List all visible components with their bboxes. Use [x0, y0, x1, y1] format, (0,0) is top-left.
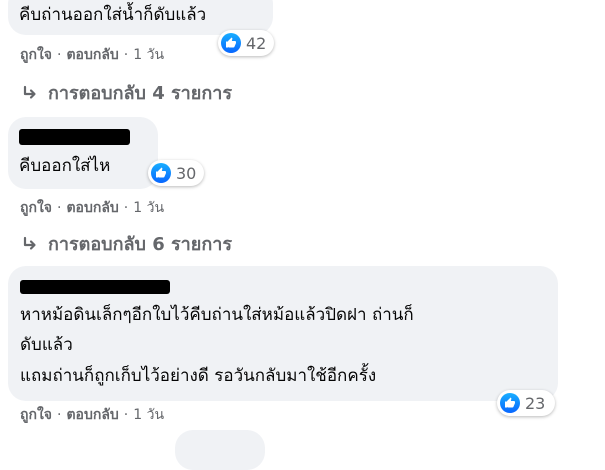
- comment-text: คีบออกใส่ไห: [19, 156, 111, 176]
- comment-actions: ถูกใจ · ตอบกลับ · 1 วัน: [20, 44, 164, 66]
- reaction-count: 42: [246, 33, 267, 53]
- comment-actions: ถูกใจ · ตอบกลับ · 1 วัน: [20, 404, 164, 426]
- like-button[interactable]: ถูกใจ: [20, 197, 52, 219]
- reply-arrow-icon: [23, 85, 36, 99]
- timestamp[interactable]: 1 วัน: [133, 404, 164, 426]
- view-replies-link[interactable]: การตอบกลับ 6 รายการ: [22, 229, 232, 258]
- reaction-summary[interactable]: 42: [218, 30, 274, 56]
- comment-bubble: หาหม้อดินเล็กๆอีกใบไว้คีบถ่านใส่หม้อแล้ว…: [8, 266, 558, 401]
- timestamp[interactable]: 1 วัน: [133, 44, 164, 66]
- timestamp[interactable]: 1 วัน: [133, 197, 164, 219]
- comment-text: คีบถ่านออกใส่น้ำก็ดับแล้ว: [19, 5, 207, 25]
- reply-arrow-icon: [23, 236, 36, 250]
- reaction-count: 30: [176, 163, 197, 183]
- separator: ·: [123, 47, 129, 63]
- separator: ·: [123, 200, 129, 216]
- reaction-count: 23: [525, 393, 546, 413]
- separator: ·: [57, 200, 62, 216]
- like-icon: [221, 33, 241, 53]
- author-name-redacted[interactable]: [20, 280, 170, 294]
- reply-button[interactable]: ตอบกลับ: [66, 44, 118, 66]
- comment-bubble: คีบออกใส่ไห: [8, 117, 158, 189]
- like-icon: [151, 163, 171, 183]
- view-replies-label: การตอบกลับ 4 รายการ: [48, 83, 233, 104]
- like-button[interactable]: ถูกใจ: [20, 44, 52, 66]
- comment-actions: ถูกใจ · ตอบกลับ · 1 วัน: [20, 197, 164, 219]
- like-icon: [500, 393, 520, 413]
- author-name-redacted[interactable]: [19, 129, 130, 145]
- view-replies-label: การตอบกลับ 6 รายการ: [48, 234, 233, 255]
- reply-button[interactable]: ตอบกลับ: [66, 404, 118, 426]
- reply-button[interactable]: ตอบกลับ: [66, 197, 118, 219]
- reaction-summary[interactable]: 23: [497, 390, 555, 416]
- separator: ·: [57, 407, 62, 423]
- comment-text-line: แถมถ่านก็ถูกเก็บไว้อย่างดี รอวันกลับมาใช…: [20, 366, 377, 386]
- view-replies-link[interactable]: การตอบกลับ 4 รายการ: [22, 78, 232, 107]
- comment-text-line: หาหม้อดินเล็กๆอีกใบไว้คีบถ่านใส่หม้อแล้ว…: [20, 305, 414, 325]
- like-button[interactable]: ถูกใจ: [20, 404, 52, 426]
- separator: ·: [123, 407, 129, 423]
- separator: ·: [57, 47, 62, 63]
- reaction-summary[interactable]: 30: [148, 160, 204, 186]
- next-comment-bubble: [175, 430, 265, 470]
- comment-text-line: ดับแล้ว: [20, 335, 73, 355]
